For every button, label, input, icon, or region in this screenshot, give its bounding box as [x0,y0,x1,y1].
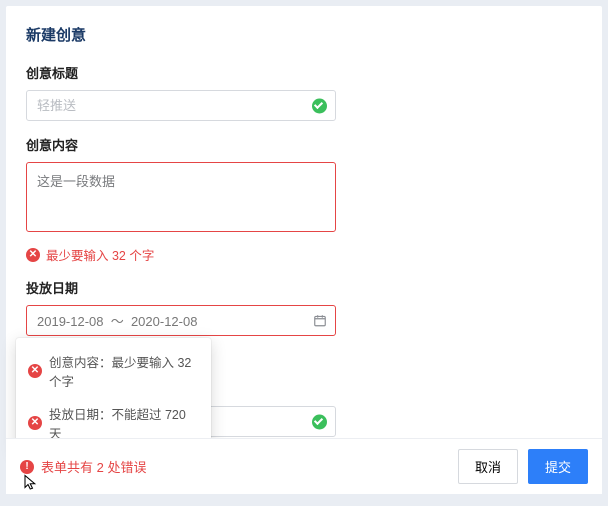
error-icon: ✕ [28,416,42,430]
date-input-wrap [26,305,336,336]
popover-item-text: 投放日期：不能超过 720 天 [49,404,199,442]
cancel-button[interactable]: 取消 [458,449,518,484]
label-content: 创意内容 [26,135,582,154]
footer-actions: 取消 提交 [458,449,588,484]
content-input-wrap [26,162,336,235]
label-date: 投放日期 [26,278,582,297]
title1-input[interactable] [26,90,336,121]
check-icon [312,98,327,113]
error-popover: ✕ 创意内容：最少要输入 32 个字 ✕ 投放日期：不能超过 720 天 [16,338,211,454]
error-icon: ✕ [28,364,42,378]
calendar-icon [312,313,327,328]
date-input[interactable] [26,305,336,336]
form-card: 新建创意 创意标题 创意内容 ✕ 最少要输入 32 个字 投放日期 ✕ 不能超过… [6,6,602,494]
content-textarea[interactable] [26,162,336,232]
popover-item: ✕ 创意内容：最少要输入 32 个字 [28,348,199,394]
content-error-text: 最少要输入 32 个字 [46,245,154,264]
form-footer: ! 表单共有 2 处错误 取消 提交 [6,438,602,494]
title1-input-wrap [26,90,336,121]
error-icon: ✕ [26,248,40,262]
submit-button[interactable]: 提交 [528,449,588,484]
label-title1: 创意标题 [26,63,582,82]
check-icon [312,414,327,429]
error-icon: ! [20,460,34,474]
error-summary[interactable]: ! 表单共有 2 处错误 [20,457,146,476]
popover-item-text: 创意内容：最少要输入 32 个字 [49,352,199,390]
content-error: ✕ 最少要输入 32 个字 [26,245,582,264]
page-title: 新建创意 [26,24,582,45]
error-summary-text: 表单共有 2 处错误 [41,457,146,476]
